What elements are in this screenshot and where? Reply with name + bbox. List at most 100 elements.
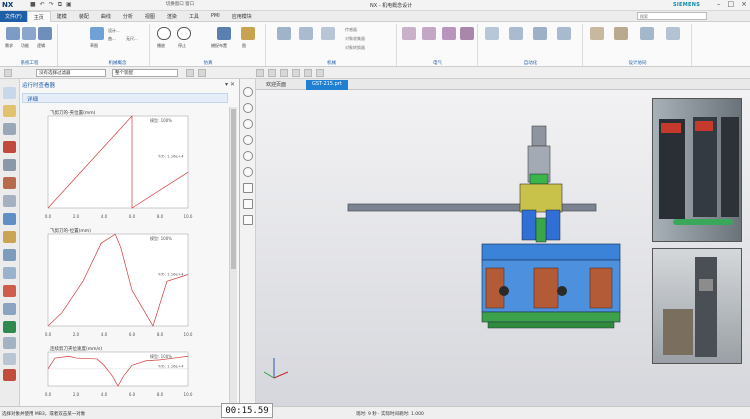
tab-render[interactable]: 渲染 (161, 13, 183, 20)
tab-tools[interactable]: 工具 (183, 13, 205, 20)
play-button-label[interactable]: 播放 (157, 43, 165, 49)
panel-controls[interactable]: ▾ ✕ (225, 81, 235, 88)
copy-icon[interactable]: ⧉ (58, 1, 62, 9)
play-icon[interactable] (157, 27, 171, 40)
snap-grid-icon[interactable] (316, 69, 324, 77)
tab-assembly[interactable]: 装配 (73, 13, 95, 20)
system-materials-icon[interactable] (3, 249, 16, 261)
tab-curve[interactable]: 曲线 (95, 13, 117, 20)
design-button-label[interactable]: 设计... (108, 28, 120, 34)
sequence-icon[interactable] (3, 353, 16, 365)
signal-adapter-icon[interactable] (442, 27, 456, 40)
snapshot-icon[interactable] (217, 27, 231, 40)
rigid-body-icon[interactable] (277, 27, 291, 40)
function-button-label[interactable]: 功能 (21, 43, 29, 49)
tab-view[interactable]: 视图 (139, 13, 161, 20)
menu-icon[interactable] (4, 69, 12, 77)
function-icon[interactable] (22, 27, 36, 40)
runtime-expression-icon[interactable] (533, 27, 547, 40)
render-style-icon[interactable] (243, 167, 253, 177)
select-all-icon[interactable] (186, 69, 194, 77)
minimize-icon[interactable]: – (717, 0, 721, 8)
snapshot-button-label[interactable]: 捕捉布置 (211, 43, 227, 49)
command-search-input[interactable] (637, 12, 707, 20)
background-icon[interactable] (243, 215, 253, 225)
simulation-sequence-icon[interactable] (485, 27, 499, 40)
runtime-inspector-icon[interactable] (3, 321, 16, 333)
export-icon[interactable] (590, 27, 604, 40)
scrollbar-thumb[interactable] (231, 109, 236, 269)
tab-applications[interactable]: 应用模块 (226, 13, 258, 20)
file-menu-tab[interactable]: 文件(F) (0, 10, 27, 22)
symbol-table-icon[interactable] (460, 27, 474, 40)
graphics-window[interactable] (256, 90, 750, 406)
orient-icon[interactable] (243, 151, 253, 161)
close-icon[interactable]: × (741, 0, 747, 8)
tab-analysis[interactable]: 分析 (117, 13, 139, 20)
stop-icon[interactable] (177, 27, 191, 40)
navigator-icon[interactable] (3, 87, 16, 99)
requirement-button-label[interactable]: 需求 (5, 43, 13, 49)
panel-scrollbar[interactable] (229, 107, 237, 403)
snap-center-icon[interactable] (304, 69, 312, 77)
object-source-icon[interactable] (321, 27, 335, 40)
sensor-button-label[interactable]: 传感器 (345, 27, 357, 33)
tab-home[interactable]: 主页 (26, 10, 51, 22)
requirement-icon[interactable] (6, 27, 20, 40)
logic-icon[interactable] (38, 27, 52, 40)
tab-part-file[interactable]: GST-215.prt (306, 80, 348, 90)
import-icon[interactable] (614, 27, 628, 40)
graph-button-label[interactable]: 图 (242, 43, 246, 49)
selection-scope-dropdown[interactable]: 整个装配 (112, 69, 178, 77)
object-collector-button-label[interactable]: 对象收集器 (345, 36, 365, 42)
export-teamcenter-icon[interactable] (640, 27, 654, 40)
undo-icon[interactable]: ↶ (40, 1, 45, 9)
tab-pmi[interactable]: PMI (205, 13, 226, 19)
deselect-icon[interactable] (198, 69, 206, 77)
sketch-icon[interactable] (90, 27, 104, 40)
graph-icon[interactable] (241, 27, 255, 40)
hd3d-icon[interactable] (3, 195, 16, 207)
tab-modeling[interactable]: 建模 (51, 13, 73, 20)
stop-button-label[interactable]: 停止 (178, 43, 186, 49)
redo-icon[interactable]: ↷ (49, 1, 54, 9)
snap-mid-icon[interactable] (292, 69, 300, 77)
runtime-parameter-icon[interactable] (509, 27, 523, 40)
window-switch-label[interactable]: 切换窗口 窗口 (166, 1, 194, 9)
constraint-navigator-icon[interactable] (3, 123, 16, 135)
sequence-editor-icon[interactable] (666, 27, 680, 40)
details-section-header[interactable]: 详细 (22, 93, 228, 103)
history-icon[interactable] (3, 231, 16, 243)
dimensionless-button-label[interactable]: 无尺... (126, 36, 138, 42)
manufacturing-wizard-icon[interactable] (3, 285, 16, 297)
rotate-icon[interactable] (243, 135, 253, 145)
assembly-navigator-icon[interactable] (3, 105, 16, 117)
fit-icon[interactable] (243, 87, 253, 97)
clock-icon[interactable] (3, 337, 16, 349)
view-layout-icon[interactable] (243, 199, 253, 209)
section-icon[interactable] (243, 183, 253, 193)
snap-icon[interactable] (256, 69, 264, 77)
curve-button-label[interactable]: 曲... (108, 36, 116, 42)
paste-icon[interactable]: ▣ (66, 1, 72, 9)
reuse-library-icon[interactable] (3, 177, 16, 189)
runtime-behavior-icon[interactable] (557, 27, 571, 40)
speed-control-icon[interactable] (402, 27, 416, 40)
signal-icon[interactable] (3, 369, 16, 381)
maximize-icon[interactable]: □ (728, 0, 735, 8)
snap-end-icon[interactable] (280, 69, 288, 77)
position-control-icon[interactable] (422, 27, 436, 40)
selection-filter-dropdown[interactable]: 没有选择过滤器 (36, 69, 106, 77)
zoom-icon[interactable] (243, 103, 253, 113)
save-icon[interactable]: ■ (30, 1, 36, 9)
web-browser-icon[interactable] (3, 213, 16, 225)
part-navigator-icon[interactable] (3, 159, 16, 171)
pan-icon[interactable] (243, 119, 253, 129)
logic-button-label[interactable]: 逻辑 (37, 43, 45, 49)
snap-point-icon[interactable] (268, 69, 276, 77)
roles-icon[interactable] (3, 303, 16, 315)
tab-welcome-page[interactable]: 欢迎页面 (260, 80, 292, 90)
physics-navigator-icon[interactable] (3, 141, 16, 153)
collision-body-icon[interactable] (299, 27, 313, 40)
object-transformer-button-label[interactable]: 对象转换器 (345, 45, 365, 51)
